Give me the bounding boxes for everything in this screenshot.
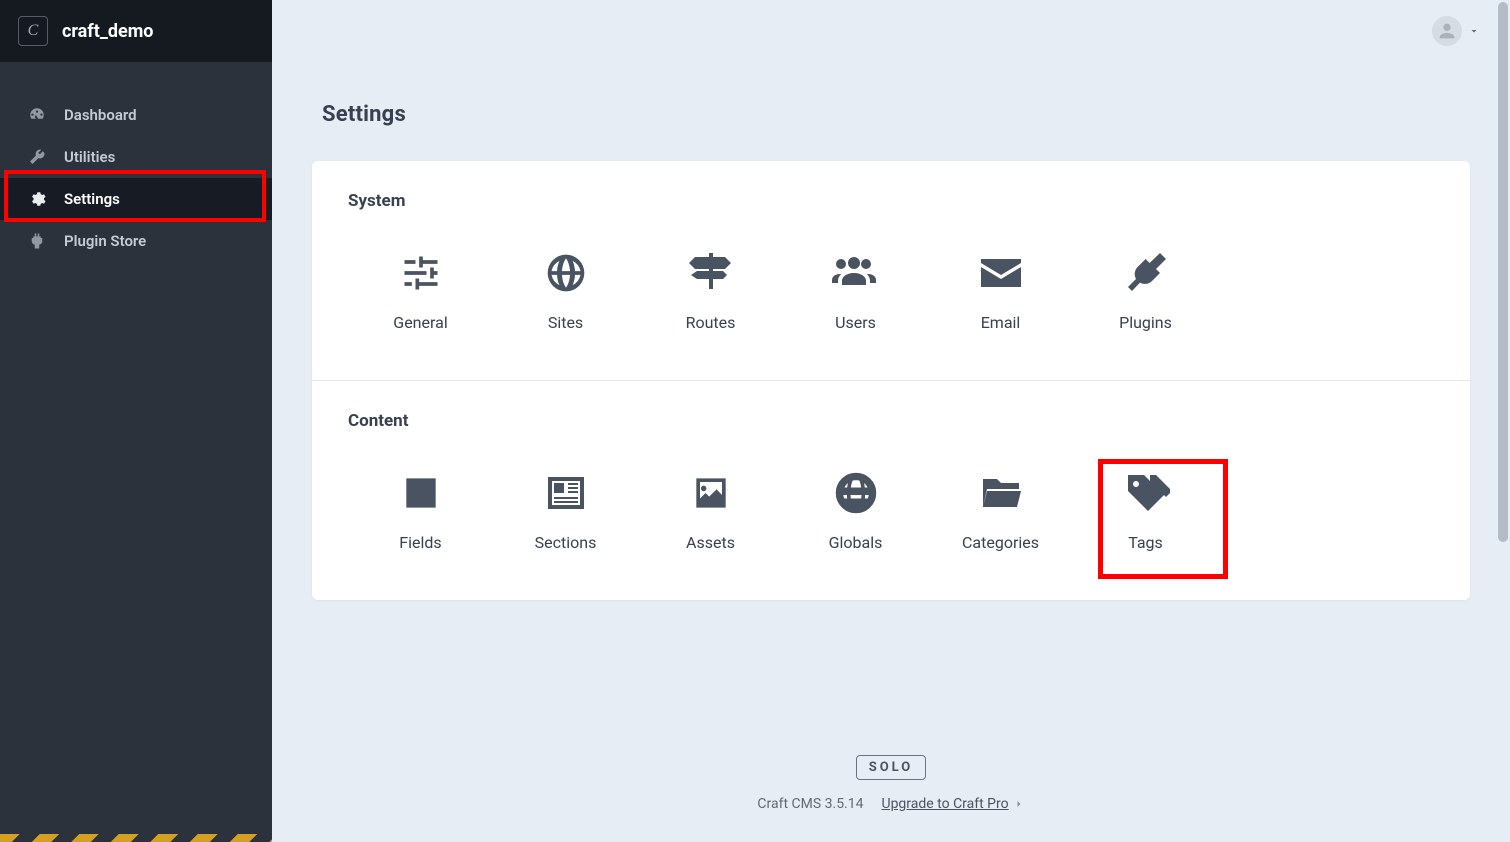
page-title: Settings [272, 62, 1510, 161]
tags-icon [1073, 465, 1218, 521]
tile-plugins[interactable]: Plugins [1073, 237, 1218, 340]
settings-card: System General Sites Routes [312, 161, 1470, 600]
tile-label: Users [783, 313, 928, 332]
tile-label: Categories [928, 533, 1073, 552]
tile-globals[interactable]: Globals [783, 457, 928, 560]
footer: SOLO Craft CMS 3.5.14 Upgrade to Craft P… [272, 715, 1510, 842]
sliders-icon [348, 245, 493, 301]
tile-label: Email [928, 313, 1073, 332]
tile-label: Tags [1073, 533, 1218, 552]
tile-label: Sites [493, 313, 638, 332]
site-name: craft_demo [62, 21, 153, 42]
content-section: Content Fields Sections Assets [312, 380, 1470, 600]
main-content: Settings System General Sites Routes [272, 0, 1510, 842]
tile-sections[interactable]: Sections [493, 457, 638, 560]
tile-sites[interactable]: Sites [493, 237, 638, 340]
nav-item-plugin-store[interactable]: Plugin Store [0, 220, 272, 262]
section-title: System [348, 191, 1434, 211]
nav-item-dashboard[interactable]: Dashboard [0, 94, 272, 136]
tile-email[interactable]: Email [928, 237, 1073, 340]
sphere-icon [783, 465, 928, 521]
nav-item-label: Settings [64, 190, 120, 208]
image-icon [638, 465, 783, 521]
tile-label: Routes [638, 313, 783, 332]
nav-item-utilities[interactable]: Utilities [0, 136, 272, 178]
system-section: System General Sites Routes [312, 161, 1470, 380]
dashboard-icon [26, 106, 48, 124]
edition-badge[interactable]: SOLO [856, 755, 927, 780]
nav-item-settings[interactable]: Settings [0, 178, 272, 220]
site-logo: C [18, 16, 48, 46]
upgrade-link[interactable]: Upgrade to Craft Pro [881, 796, 1024, 812]
newspaper-icon [493, 465, 638, 521]
folder-icon [928, 465, 1073, 521]
plug-big-icon [1073, 245, 1218, 301]
tile-tags[interactable]: Tags [1073, 457, 1218, 560]
user-menu[interactable] [1432, 16, 1480, 46]
nav-item-label: Utilities [64, 148, 115, 166]
avatar-icon [1432, 16, 1462, 46]
nav: Dashboard Utilities Settings Plugin Stor… [0, 62, 272, 262]
pencil-square-icon [348, 465, 493, 521]
envelope-icon [928, 245, 1073, 301]
wrench-icon [26, 148, 48, 166]
hazard-stripe [0, 834, 272, 842]
tile-label: Sections [493, 533, 638, 552]
tile-label: Plugins [1073, 313, 1218, 332]
globe-icon [493, 245, 638, 301]
tile-label: Assets [638, 533, 783, 552]
tile-general[interactable]: General [348, 237, 493, 340]
signpost-icon [638, 245, 783, 301]
tile-fields[interactable]: Fields [348, 457, 493, 560]
sidebar-header[interactable]: C craft_demo [0, 0, 272, 62]
topbar [272, 0, 1510, 62]
site-logo-letter: C [28, 22, 39, 40]
nav-item-label: Dashboard [64, 106, 137, 124]
tile-users[interactable]: Users [783, 237, 928, 340]
plug-icon [26, 232, 48, 250]
users-icon [783, 245, 928, 301]
section-title: Content [348, 411, 1434, 431]
tile-label: Fields [348, 533, 493, 552]
tile-label: General [348, 313, 493, 332]
gear-icon [26, 190, 48, 208]
tile-label: Globals [783, 533, 928, 552]
version-text: Craft CMS 3.5.14 [757, 796, 863, 812]
upgrade-link-label: Upgrade to Craft Pro [881, 796, 1008, 812]
chevron-down-icon [1468, 22, 1480, 41]
tile-categories[interactable]: Categories [928, 457, 1073, 560]
nav-item-label: Plugin Store [64, 232, 146, 250]
tile-routes[interactable]: Routes [638, 237, 783, 340]
tile-assets[interactable]: Assets [638, 457, 783, 560]
scrollbar[interactable] [1498, 2, 1508, 542]
sidebar: C craft_demo Dashboard Utilities Setting… [0, 0, 272, 842]
